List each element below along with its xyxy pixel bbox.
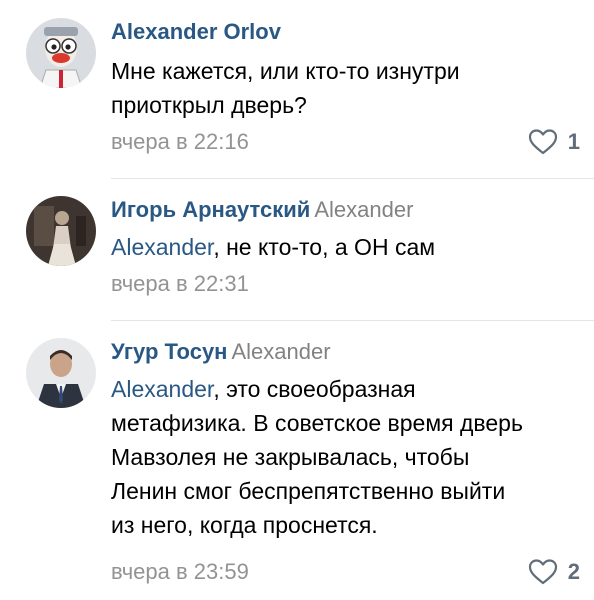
vintage-photo-avatar-icon bbox=[26, 196, 96, 266]
author-line: Игорь Арнаутский Alexander bbox=[111, 196, 413, 224]
comment-line: метафизика. В советское время дверь bbox=[111, 410, 523, 436]
like-count: 2 bbox=[567, 559, 580, 584]
author-line: Угур Тосун Alexander bbox=[111, 338, 331, 366]
like-count: 1 bbox=[567, 129, 580, 154]
comment-line: Alexander, не кто-то, а ОН сам bbox=[111, 230, 581, 264]
like-button[interactable]: 1 bbox=[528, 128, 580, 156]
author-line: Alexander Orlov bbox=[111, 18, 281, 46]
comment-date[interactable]: вчера в 22:31 bbox=[111, 270, 249, 298]
heart-outline-icon bbox=[528, 559, 557, 585]
author-name[interactable]: Угур Тосун bbox=[111, 339, 227, 364]
comment-line: Мавзолея не закрывалась, чтобы bbox=[111, 444, 470, 470]
comment-text: Мне кажется, или кто-то изнутри приоткры… bbox=[111, 54, 581, 122]
comment-line: Ленин смог беспрепятственно выйти bbox=[111, 478, 506, 504]
author-name[interactable]: Alexander Orlov bbox=[111, 19, 281, 44]
avatar[interactable] bbox=[26, 338, 96, 408]
comment-line-text: , не кто-то, а ОН сам bbox=[213, 234, 436, 260]
comment-text: Alexander, это своеобразная метафизика. … bbox=[111, 372, 581, 542]
like-button[interactable]: 2 bbox=[528, 558, 580, 586]
comment-line-text: , это своеобразная bbox=[213, 376, 416, 402]
comment-line: Мне кажется, или кто-то изнутри bbox=[111, 58, 460, 84]
mention-link[interactable]: Alexander bbox=[111, 376, 213, 402]
comment-date[interactable]: вчера в 22:16 bbox=[111, 128, 249, 156]
reply-to-link[interactable]: Alexander bbox=[231, 339, 330, 364]
man-in-suit-avatar-icon bbox=[26, 338, 96, 408]
mention-link[interactable]: Alexander bbox=[111, 234, 213, 260]
reply-to-link[interactable]: Alexander bbox=[314, 197, 413, 222]
comment-line: приоткрыл дверь? bbox=[111, 92, 307, 118]
comment-line: Alexander, это своеобразная bbox=[111, 372, 581, 406]
cartoon-character-avatar-icon bbox=[26, 18, 96, 88]
comment-line: из него, когда проснется. bbox=[111, 512, 378, 538]
author-name[interactable]: Игорь Арнаутский bbox=[111, 197, 310, 222]
avatar[interactable] bbox=[26, 18, 96, 88]
avatar[interactable] bbox=[26, 196, 96, 266]
heart-outline-icon bbox=[528, 129, 557, 155]
divider bbox=[111, 178, 594, 179]
divider bbox=[111, 320, 594, 321]
comment-text: Alexander, не кто-то, а ОН сам bbox=[111, 230, 581, 264]
comment-date[interactable]: вчера в 23:59 bbox=[111, 558, 249, 586]
